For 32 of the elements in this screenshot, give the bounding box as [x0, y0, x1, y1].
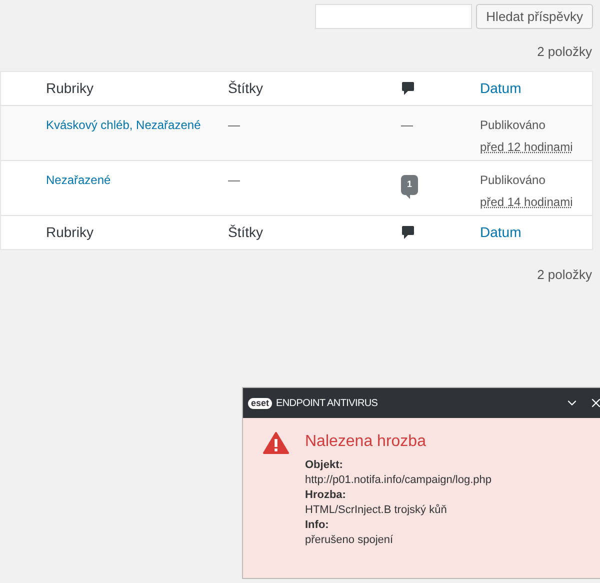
category-link[interactable]: Kváskový chléb, Nezařazené [46, 118, 201, 132]
warning-icon [263, 432, 289, 454]
post-status: Publikováno [480, 117, 546, 134]
field-label: Objekt: [305, 458, 344, 473]
post-date: před 14 hodinami [480, 194, 573, 211]
comment-icon [401, 81, 415, 96]
close-icon[interactable] [589, 396, 600, 410]
search-button[interactable]: Hledat příspěvky [476, 4, 593, 29]
column-header: Rubriky [46, 79, 94, 98]
field-label: Hrozba: [305, 488, 347, 503]
table-cell: — [228, 173, 240, 187]
column-header: Rubriky [46, 223, 94, 242]
item-count: 2 položky [537, 43, 592, 61]
field-value: http://p01.notifa.info/campaign/log.php [305, 473, 492, 488]
field-value: přerušeno spojení [305, 533, 394, 548]
logo: eset [248, 398, 272, 408]
post-date: před 12 hodinami [480, 139, 573, 156]
field-label: Info: [305, 518, 330, 533]
item-count: 2 položky [537, 266, 592, 284]
post-status: Publikováno [480, 172, 546, 189]
notification-title: ENDPOINT ANTIVIRUS [276, 396, 378, 410]
threat-heading: Nalezena hrozba [305, 432, 427, 452]
column-header: Štítky [228, 223, 264, 242]
table-cell: — [228, 118, 240, 132]
category-link[interactable]: Nezařazené [46, 173, 111, 187]
field-value: HTML/ScrInject.B trojský kůň [305, 503, 448, 518]
column-header[interactable]: Datum [480, 222, 522, 243]
search-field[interactable] [315, 4, 472, 29]
comment-icon [401, 225, 415, 240]
column-header: Štítky [228, 79, 264, 98]
table-cell: — [401, 118, 413, 132]
column-header[interactable]: Datum [480, 78, 522, 99]
